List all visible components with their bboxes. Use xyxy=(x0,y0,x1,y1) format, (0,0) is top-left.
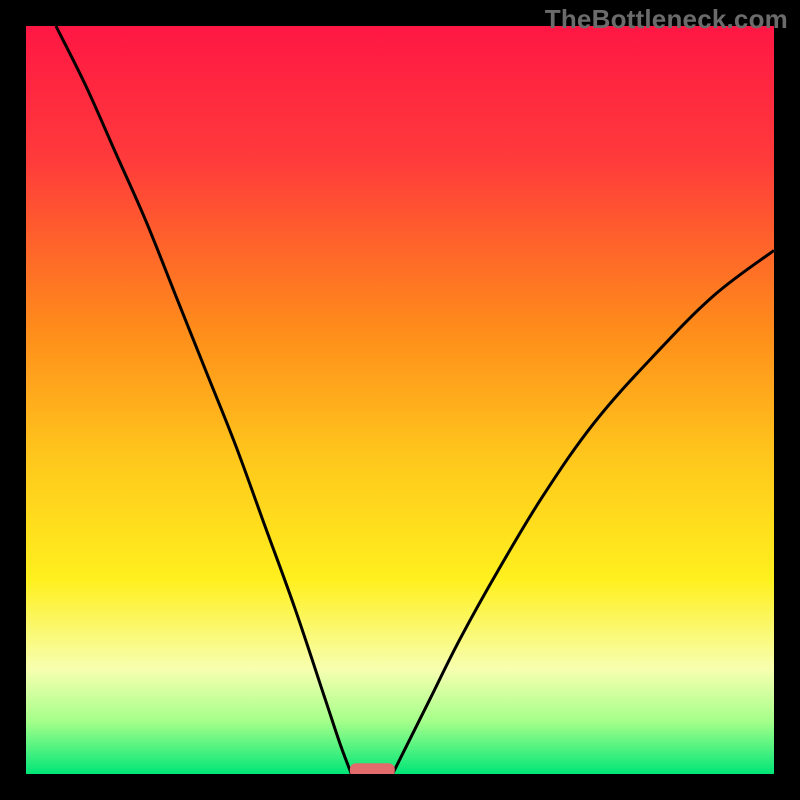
bottom-marker xyxy=(350,763,395,774)
plot-area xyxy=(26,26,774,774)
chart-svg xyxy=(26,26,774,774)
watermark-text: TheBottleneck.com xyxy=(545,4,788,35)
gradient-background xyxy=(26,26,774,774)
chart-frame: TheBottleneck.com xyxy=(0,0,800,800)
